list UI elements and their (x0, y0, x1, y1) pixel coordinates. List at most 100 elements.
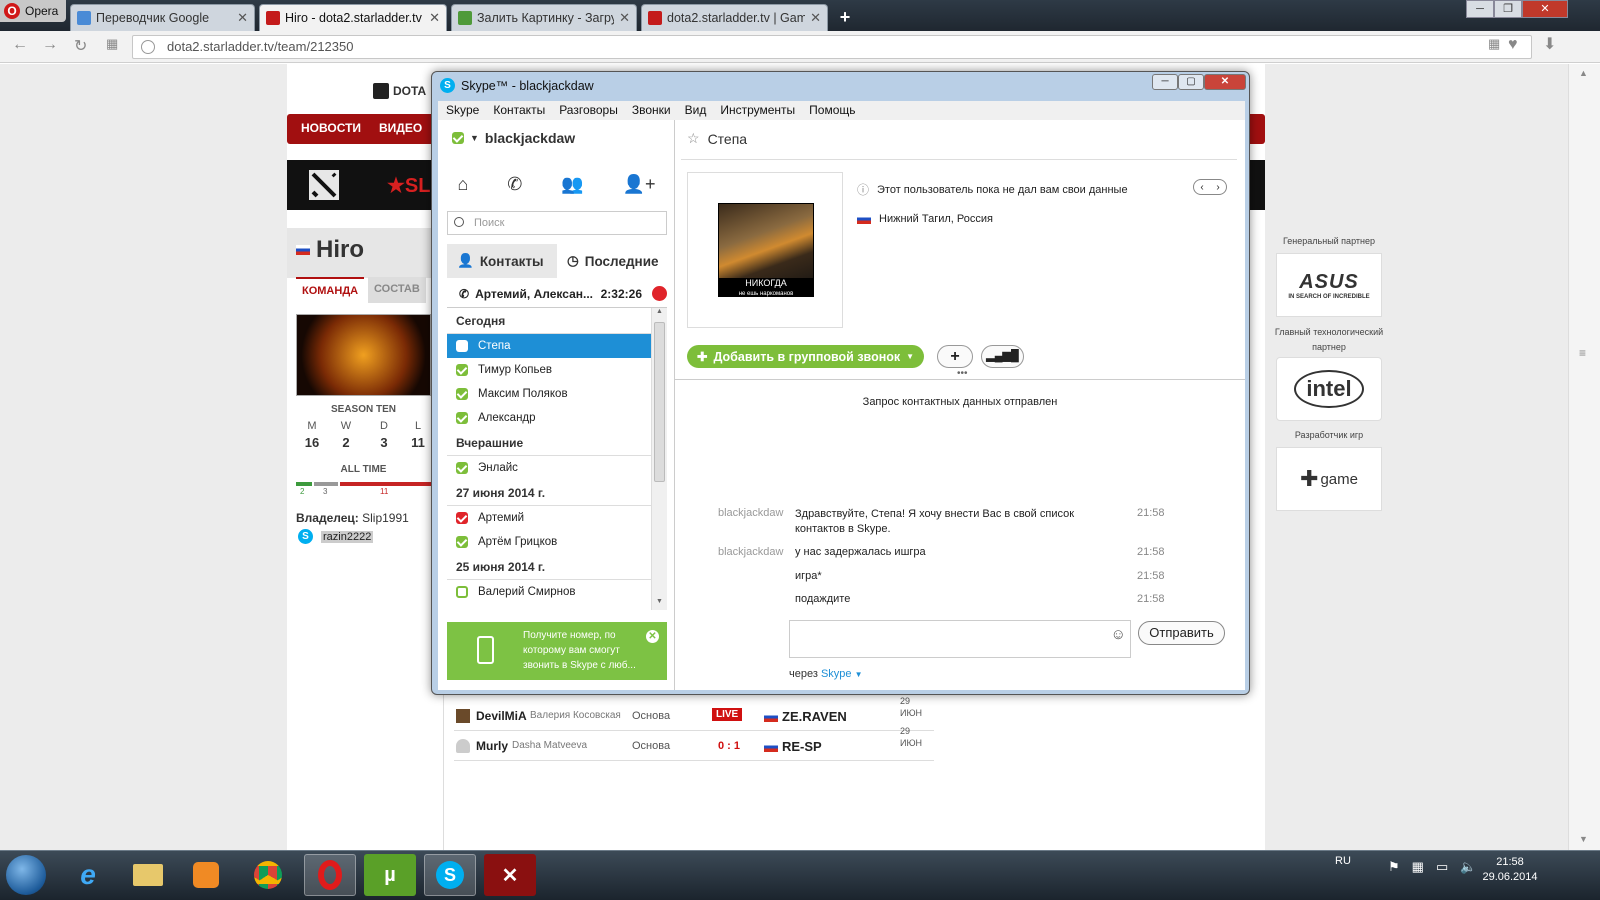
bookmark-heart-icon[interactable]: ♥ (1508, 36, 1518, 54)
list-item[interactable]: Степа (447, 334, 651, 358)
emoticon-icon[interactable]: ☺ (1111, 626, 1126, 643)
skype-handle[interactable]: razin2222 (321, 530, 374, 543)
game-sponsor-logo[interactable]: ✚ game (1276, 447, 1382, 511)
online-status-icon[interactable] (452, 132, 464, 144)
close-tab-icon[interactable]: ✕ (810, 10, 821, 26)
opponent[interactable]: ZE.RAVEN (764, 709, 847, 724)
add-button[interactable]: + (937, 345, 973, 368)
scroll-up-icon[interactable]: ▲ (1579, 68, 1588, 78)
skype-maximize-button[interactable]: ▢ (1178, 74, 1204, 90)
list-item[interactable]: Артемий (447, 506, 651, 530)
new-tab-button[interactable]: + (834, 7, 856, 27)
active-call-row[interactable]: ✆ Артемий, Алексан... 2:32:26 (447, 280, 667, 308)
list-item[interactable]: Энлайс (447, 456, 651, 480)
opera-taskbar-icon[interactable] (304, 854, 356, 896)
call-quality-icon[interactable]: ▂▄▆█ (981, 345, 1024, 368)
browser-tab-active[interactable]: Hiro - dota2.starladder.tv ✕ (259, 4, 447, 31)
list-item[interactable]: Артём Грицков (447, 530, 651, 554)
browser-tab[interactable]: dota2.starladder.tv | Game ✕ (641, 4, 828, 31)
list-item[interactable]: Валерий Смирнов (447, 580, 651, 604)
chrome-icon[interactable] (242, 854, 294, 896)
owner-name[interactable]: Slip1991 (362, 511, 409, 525)
close-tab-icon[interactable]: ✕ (237, 10, 248, 26)
tray-monitor-icon[interactable]: ▭ (1436, 859, 1448, 875)
tab-contacts[interactable]: 👤 Контакты (447, 244, 557, 278)
nav-news-link[interactable]: НОВОСТИ (301, 121, 361, 135)
status-dropdown-icon[interactable]: ▼ (470, 133, 479, 143)
asus-sponsor-logo[interactable]: ASUS IN SEARCH OF INCREDIBLE (1276, 253, 1382, 317)
tab-roster[interactable]: СОСТАВ (368, 277, 426, 303)
via-service-dropdown[interactable]: Skype (821, 668, 852, 680)
menu-tools[interactable]: Инструменты (720, 101, 795, 120)
add-contact-icon[interactable]: 👤+ (623, 174, 656, 195)
list-item[interactable]: Максим Поляков (447, 382, 651, 406)
table-row[interactable]: DevilMiA Валерия Косовская Основа LIVE Z… (454, 696, 934, 731)
utorrent-icon[interactable]: µ (364, 854, 416, 896)
close-promo-icon[interactable]: ✕ (646, 630, 659, 643)
minimize-window-button[interactable]: ─ (1466, 0, 1494, 18)
scroll-up-icon[interactable]: ▲ (656, 308, 663, 315)
tray-volume-icon[interactable]: 🔈 (1460, 859, 1476, 875)
search-input[interactable]: Поиск (447, 211, 667, 235)
my-profile[interactable]: ▼ blackjackdaw (452, 130, 575, 146)
reload-icon[interactable]: ↻ (74, 36, 87, 56)
url-field[interactable]: dota2.starladder.tv/team/212350 (132, 35, 1532, 59)
page-scrollbar[interactable]: ▲ ≡ ▼ (1568, 64, 1600, 850)
prev-arrow-icon[interactable]: ‹ (1200, 182, 1203, 193)
menu-skype[interactable]: Skype (446, 101, 479, 120)
menu-view[interactable]: Вид (685, 101, 707, 120)
maximize-window-button[interactable]: ❐ (1494, 0, 1522, 18)
message-input[interactable]: ☺ (789, 620, 1131, 658)
menu-help[interactable]: Помощь (809, 101, 855, 120)
system-clock[interactable]: 21:58 29.06.2014 (1480, 855, 1540, 885)
site-info-icon[interactable] (141, 40, 155, 54)
media-player-icon[interactable] (180, 854, 232, 896)
tray-network-icon[interactable]: ▦ (1412, 859, 1424, 875)
language-indicator[interactable]: RU (1335, 855, 1351, 867)
scroll-down-icon[interactable]: ▼ (656, 598, 663, 605)
skype-taskbar-icon[interactable]: S (424, 854, 476, 896)
tab-team[interactable]: КОМАНДА (296, 277, 365, 303)
opponent[interactable]: RE-SP (764, 739, 822, 754)
chevron-down-icon[interactable]: ▼ (855, 670, 863, 679)
skype-close-button[interactable]: ✕ (1204, 74, 1246, 90)
reader-icon[interactable]: ▦ (1488, 36, 1500, 52)
next-arrow-icon[interactable]: › (1216, 182, 1219, 193)
forward-icon[interactable]: → (42, 36, 58, 54)
add-to-group-call-button[interactable]: ✚ Добавить в групповой звонок ▼ (687, 345, 925, 368)
site-logo[interactable]: DOTA (373, 83, 426, 99)
dota2-taskbar-icon[interactable]: ✕ (484, 854, 536, 896)
send-button[interactable]: Отправить (1138, 621, 1225, 645)
table-row[interactable]: Murly Dasha Matveeva Основа 0 : 1 RE-SP … (454, 726, 934, 761)
menu-contacts[interactable]: Контакты (493, 101, 545, 120)
close-tab-icon[interactable]: ✕ (429, 10, 440, 26)
scroll-down-icon[interactable]: ▼ (1579, 834, 1588, 844)
start-button[interactable] (6, 855, 46, 895)
browser-tab[interactable]: Переводчик Google ✕ (70, 4, 255, 31)
scroll-thumb[interactable] (654, 322, 665, 482)
menu-conversations[interactable]: Разговоры (559, 101, 618, 120)
intel-sponsor-logo[interactable]: intel (1276, 357, 1382, 421)
skype-minimize-button[interactable]: ─ (1152, 74, 1178, 90)
contact-list-scrollbar[interactable]: ▲ ▼ (651, 308, 667, 610)
file-explorer-icon[interactable] (122, 854, 174, 896)
list-item[interactable]: Тимур Копьев (447, 358, 651, 382)
internet-explorer-icon[interactable]: e (62, 854, 114, 896)
download-icon[interactable]: ⬇ (1543, 34, 1556, 54)
speed-dial-icon[interactable]: ▦ (106, 36, 118, 52)
group-icon[interactable]: 👥 (561, 174, 583, 195)
browser-tab[interactable]: Залить Картинку - Загруз ✕ (451, 4, 637, 31)
tab-recent[interactable]: ◷ Последние (557, 244, 667, 278)
tray-flag-icon[interactable]: ⚑ (1388, 859, 1400, 875)
back-icon[interactable]: ← (12, 36, 28, 54)
close-window-button[interactable]: ✕ (1522, 0, 1568, 18)
nav-video-link[interactable]: ВИДЕО (379, 121, 422, 135)
opera-menu-button[interactable]: O Opera (0, 0, 66, 22)
end-call-icon[interactable] (652, 286, 667, 301)
call-phone-icon[interactable]: ✆ (507, 174, 522, 195)
home-icon[interactable]: ⌂ (457, 174, 468, 195)
resize-handle-icon[interactable]: ••• (957, 368, 968, 379)
favorite-star-icon[interactable]: ☆ (687, 130, 700, 147)
scroll-grip-icon[interactable]: ≡ (1579, 346, 1586, 360)
close-tab-icon[interactable]: ✕ (619, 10, 630, 26)
